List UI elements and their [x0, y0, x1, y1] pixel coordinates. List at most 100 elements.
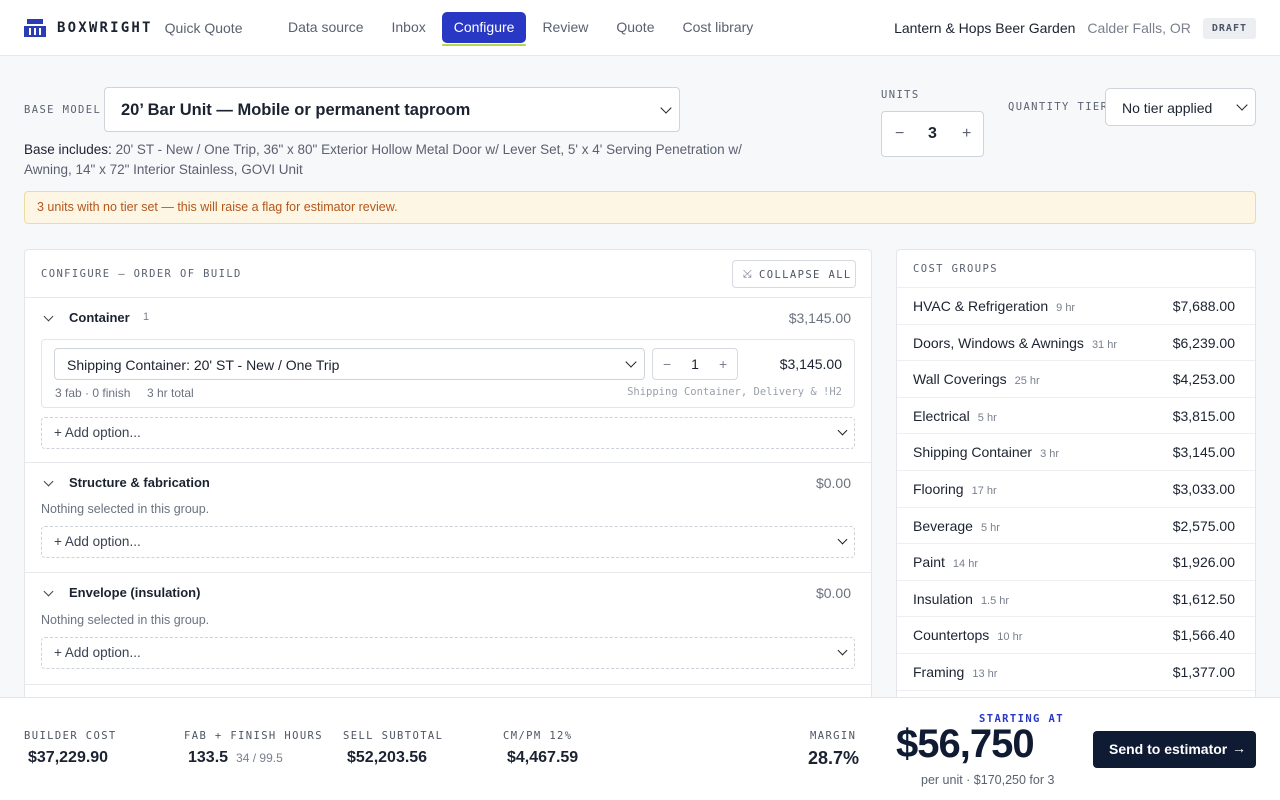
group-name[interactable]: Structure & fabrication: [69, 475, 210, 490]
cmpm-value: $4,467.59: [507, 749, 579, 766]
cost-group-value: $3,815.00: [1172, 407, 1235, 424]
cost-groups-title: COST GROUPS: [913, 263, 998, 275]
group-empty-text: Nothing selected in this group.: [41, 613, 210, 627]
base-model-value: 20’ Bar Unit — Mobile or permanent tapro…: [121, 101, 471, 119]
tab-cost-library[interactable]: Cost library: [670, 12, 765, 43]
group-name[interactable]: Envelope (insulation): [69, 585, 200, 600]
starting-price: $56,750: [896, 722, 1035, 766]
cost-group-row[interactable]: Shipping Container 3 hr $3,145.00: [897, 433, 1255, 470]
cost-group-hours: 10 hr: [997, 631, 1023, 644]
cost-group-value: $7,688.00: [1172, 298, 1235, 314]
cost-group-row[interactable]: Doors, Windows & Awnings 31 hr $6,239.00: [897, 323, 1255, 361]
units-stepper[interactable]: − 3 +: [881, 111, 984, 157]
chevron-down-icon[interactable]: [43, 586, 54, 597]
collapse-all-button[interactable]: ⤩ COLLAPSE ALL: [732, 260, 856, 288]
group-name[interactable]: Container: [69, 310, 130, 325]
cost-group-row[interactable]: Insulation 1.5 hr $1,612.50: [897, 579, 1255, 617]
cost-group-hours: 14 hr: [952, 558, 978, 571]
cost-group-value: $1,377.00: [1172, 664, 1235, 680]
logo[interactable]: BOXWRIGHT Quick Quote: [24, 18, 243, 37]
quantity-tier-select[interactable]: No tier applied: [1105, 88, 1256, 126]
brand-name: BOXWRIGHT: [57, 19, 153, 36]
chevron-down-icon: [625, 356, 637, 368]
send-to-estimator-button[interactable]: Send to estimator →: [1093, 731, 1256, 768]
option-hours: 3 hr total: [147, 386, 194, 400]
cost-group-row[interactable]: Countertops 10 hr $1,566.40: [897, 616, 1255, 653]
tab-quote[interactable]: Quote: [604, 12, 666, 43]
add-option-select[interactable]: + Add option...: [41, 417, 855, 449]
base-model-select[interactable]: 20’ Bar Unit — Mobile or permanent tapro…: [104, 87, 680, 132]
tab-review[interactable]: Review: [530, 12, 600, 43]
chevron-down-icon[interactable]: [43, 476, 54, 487]
tab-configure[interactable]: Configure: [441, 12, 527, 46]
add-option-select[interactable]: + Add option...: [41, 526, 855, 558]
cost-group-row[interactable]: Paint 14 hr $1,926.00: [897, 543, 1255, 580]
cost-group-row[interactable]: Framing 13 hr $1,377.00: [897, 653, 1255, 690]
configure-title: CONFIGURE — ORDER OF BUILD: [41, 268, 242, 280]
cost-group-name: Paint: [913, 554, 945, 571]
cost-group-hours: 31 hr: [1091, 338, 1118, 351]
add-option-label: + Add option...: [54, 425, 141, 440]
base-includes-label: Base includes:: [24, 142, 112, 157]
cmpm-label: CM/PM 12%: [503, 730, 573, 742]
send-button-label: Send to estimator: [1109, 741, 1228, 757]
cost-groups-panel: COST GROUPS HVAC & Refrigeration 9 hr $7,6…: [896, 249, 1256, 719]
project-info: Lantern & Hops Beer Garden Calder Falls,…: [894, 0, 1256, 56]
project-name: Lantern & Hops Beer Garden: [894, 20, 1076, 36]
cost-group-name: Framing: [913, 664, 965, 680]
cost-group-hours: 1.5 hr: [980, 594, 1010, 607]
arrow-right-icon: →: [1232, 740, 1246, 756]
margin-label: MARGIN: [810, 730, 857, 742]
cost-group-value: $3,033.00: [1172, 481, 1235, 497]
quantity-tier-label: QUANTITY TIER: [1008, 101, 1109, 113]
option-select[interactable]: Shipping Container: 20' ST - New / One T…: [54, 348, 645, 380]
qty-increment-button[interactable]: +: [719, 356, 727, 372]
cost-group-value: $1,926.00: [1172, 554, 1235, 571]
cost-group-name: Countertops: [913, 627, 990, 644]
option-tags: Shipping Container, Delivery & !H2: [627, 386, 842, 398]
group-total: $0.00: [815, 475, 851, 491]
cost-group-row[interactable]: Flooring 17 hr $3,033.00: [897, 470, 1255, 507]
units-increment-button[interactable]: +: [962, 125, 971, 143]
configure-panel: CONFIGURE — ORDER OF BUILD ⤩ COLLAPSE AL…: [24, 249, 872, 719]
option-select-value: Shipping Container: 20' ST - New / One T…: [67, 357, 340, 373]
sell-subtotal-label: SELL SUBTOTAL: [343, 730, 444, 742]
status-badge: DRAFT: [1202, 17, 1256, 39]
cost-group-hours: 13 hr: [972, 668, 998, 680]
container-logo-icon: [24, 18, 46, 37]
cost-group-hours: 17 hr: [971, 485, 997, 497]
tab-data-source[interactable]: Data source: [276, 12, 375, 43]
builder-cost-label: BUILDER COST: [24, 730, 117, 742]
group-total: $0.00: [815, 585, 851, 601]
add-option-select[interactable]: + Add option...: [41, 637, 855, 669]
group-structure-fabrication: Structure & fabrication $0.00 Nothing se…: [25, 462, 871, 572]
chevron-down-icon[interactable]: [43, 311, 54, 322]
units-label: UNITS: [881, 89, 920, 101]
cost-group-name: Beverage: [913, 517, 973, 534]
cost-group-hours: 5 hr: [980, 521, 1000, 534]
cost-group-hours: 3 hr: [1040, 448, 1060, 461]
cost-group-row[interactable]: Electrical 5 hr $3,815.00: [897, 396, 1255, 434]
group-empty-text: Nothing selected in this group.: [41, 502, 210, 516]
cost-group-name: Insulation: [913, 590, 973, 607]
option-qty-stepper[interactable]: − 1 +: [652, 348, 738, 380]
cost-group-row[interactable]: HVAC & Refrigeration 9 hr $7,688.00: [897, 287, 1255, 324]
tab-inbox[interactable]: Inbox: [379, 12, 437, 43]
cost-group-row[interactable]: Wall Coverings 25 hr $4,253.00: [897, 360, 1255, 397]
quantity-tier-value: No tier applied: [1122, 100, 1213, 116]
cost-group-name: Doors, Windows & Awnings: [913, 334, 1084, 351]
chevron-down-icon: [1236, 99, 1248, 111]
cost-group-name: Wall Coverings: [913, 371, 1007, 388]
cost-group-hours: 5 hr: [977, 411, 997, 424]
cost-group-value: $4,253.00: [1172, 371, 1235, 388]
add-option-label: + Add option...: [54, 534, 141, 549]
cost-group-row[interactable]: Beverage 5 hr $2,575.00: [897, 506, 1255, 544]
base-includes-text: 20' ST - New / One Trip, 36" x 80" Exter…: [24, 142, 742, 177]
cost-group-value: $3,145.00: [1172, 444, 1235, 461]
cost-group-name: HVAC & Refrigeration: [913, 298, 1049, 314]
summary-footer: BUILDER COST $37,229.90 FAB + FINISH HOU…: [0, 697, 1280, 800]
app-header: BOXWRIGHT Quick Quote Data source Inbox …: [0, 0, 1280, 56]
app-name: Quick Quote: [164, 19, 243, 36]
group-container: Container 1 $3,145.00 Shipping Container…: [25, 297, 871, 462]
cost-group-value: $1,612.50: [1172, 590, 1235, 607]
